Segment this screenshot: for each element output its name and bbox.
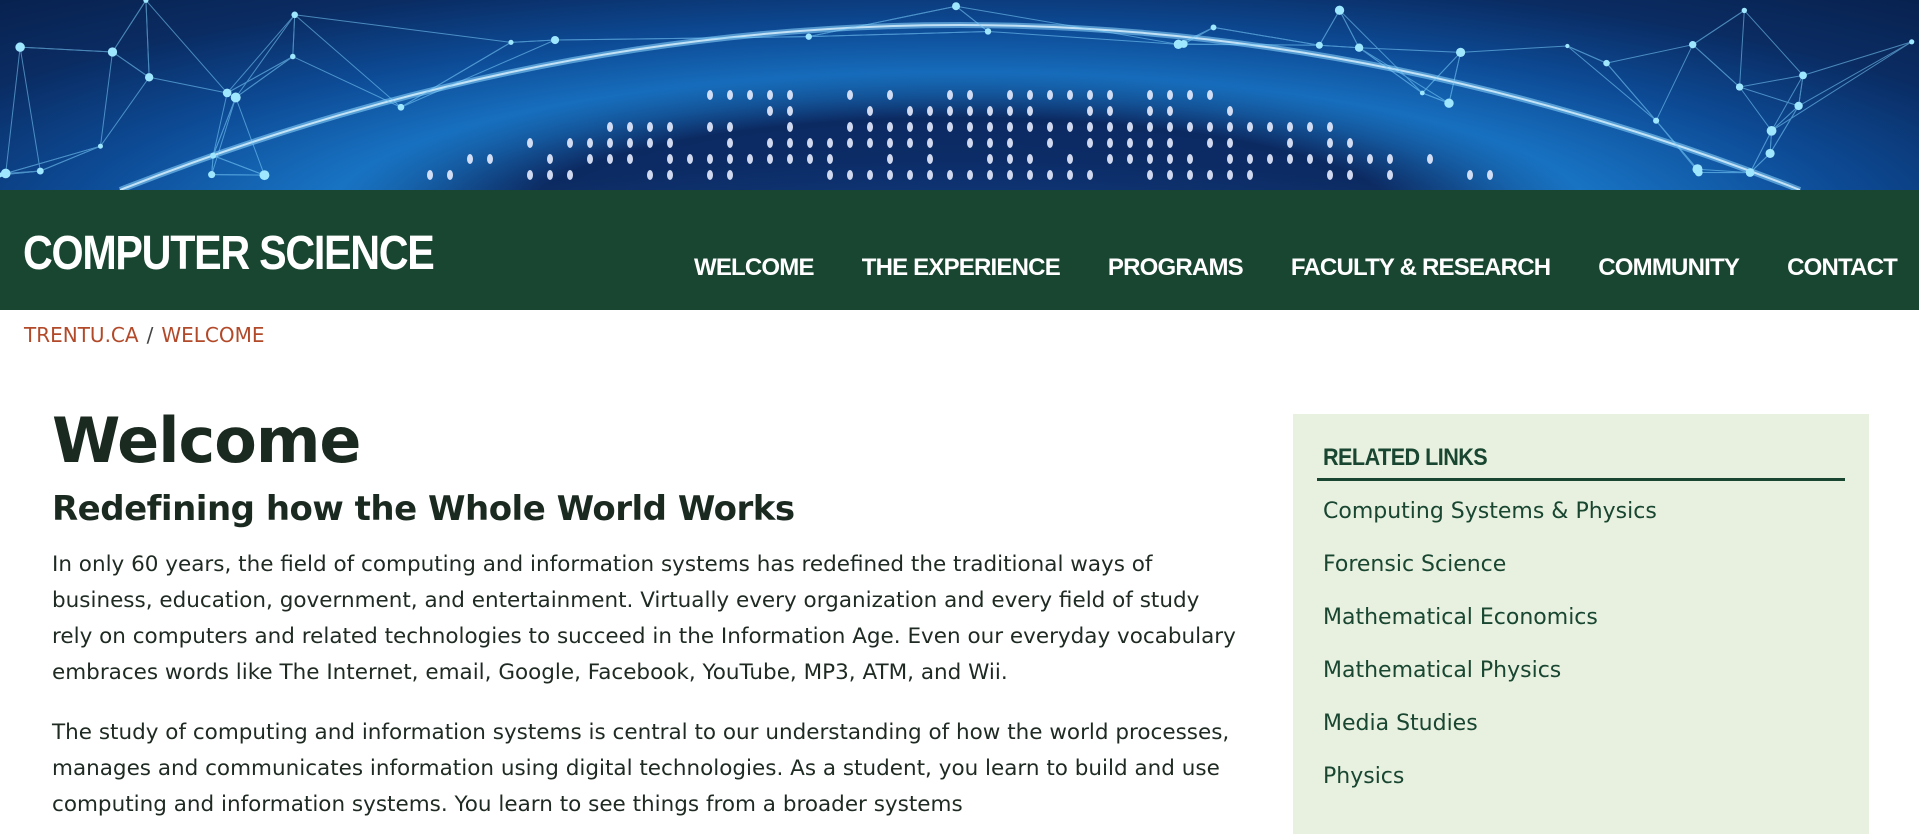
main-content: Welcome Redefining how the Whole World W… (52, 410, 1237, 823)
page-subtitle: Redefining how the Whole World Works (52, 490, 1237, 529)
hero-banner-image (0, 0, 1919, 190)
nav-contact[interactable]: CONTACT (1787, 254, 1897, 282)
link-mathematical-economics[interactable]: Mathematical Economics (1323, 605, 1598, 630)
list-item: Computing Systems & Physics (1323, 499, 1657, 552)
nav-the-experience[interactable]: THE EXPERIENCE (862, 254, 1060, 282)
site-title[interactable]: COMPUTER SCIENCE (23, 230, 434, 278)
nav-faculty-research[interactable]: FACULTY & RESEARCH (1291, 254, 1550, 282)
list-item: Mathematical Physics (1323, 658, 1657, 711)
list-item: Mathematical Economics (1323, 605, 1657, 658)
related-links-panel: RELATED LINKS Computing Systems & Physic… (1293, 414, 1869, 834)
breadcrumb-welcome[interactable]: WELCOME (161, 323, 264, 347)
list-item: Media Studies (1323, 711, 1657, 764)
link-physics[interactable]: Physics (1323, 764, 1404, 789)
breadcrumb-trentu[interactable]: TRENTU.CA (24, 323, 139, 347)
list-item: Physics (1323, 764, 1657, 817)
page: COMPUTER SCIENCE WELCOME THE EXPERIENCE … (0, 0, 1919, 812)
link-media-studies[interactable]: Media Studies (1323, 711, 1478, 736)
list-item: Forensic Science (1323, 552, 1657, 605)
related-links-heading: RELATED LINKS (1323, 444, 1487, 472)
site-header: COMPUTER SCIENCE WELCOME THE EXPERIENCE … (0, 190, 1919, 310)
nav-welcome[interactable]: WELCOME (694, 254, 814, 282)
body-paragraph: The study of computing and information s… (52, 715, 1237, 823)
link-forensic-science[interactable]: Forensic Science (1323, 552, 1506, 577)
page-title: Welcome (52, 410, 1237, 472)
breadcrumb-separator: / (147, 323, 154, 347)
nav-programs[interactable]: PROGRAMS (1108, 254, 1243, 282)
nav-community[interactable]: COMMUNITY (1598, 254, 1739, 282)
globe-network-graphic (0, 0, 1919, 190)
intro-paragraph: In only 60 years, the field of computing… (52, 547, 1237, 691)
heading-divider (1317, 478, 1845, 481)
main-nav: WELCOME THE EXPERIENCE PROGRAMS FACULTY … (694, 254, 1897, 282)
link-mathematical-physics[interactable]: Mathematical Physics (1323, 658, 1561, 683)
link-computing-systems-physics[interactable]: Computing Systems & Physics (1323, 499, 1657, 524)
related-links-list: Computing Systems & Physics Forensic Sci… (1323, 499, 1657, 817)
breadcrumb: TRENTU.CA / WELCOME (24, 323, 264, 347)
